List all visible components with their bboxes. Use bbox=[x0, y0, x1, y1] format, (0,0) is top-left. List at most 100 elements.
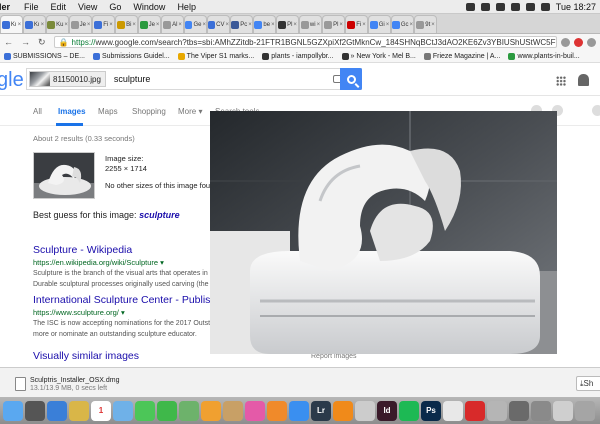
browser-tab[interactable]: Fi × bbox=[92, 15, 115, 33]
dock-messages-icon[interactable] bbox=[135, 400, 155, 421]
browser-tab[interactable]: Je × bbox=[69, 15, 92, 33]
extension-icon[interactable] bbox=[574, 37, 583, 47]
dock-contacts-icon[interactable] bbox=[223, 400, 243, 421]
browser-tab[interactable]: Pl × bbox=[322, 15, 345, 33]
browser-tab[interactable]: Fi × bbox=[345, 15, 368, 33]
volume-icon[interactable] bbox=[525, 2, 535, 11]
bookmark-item[interactable]: » New York - Mel B... bbox=[338, 52, 420, 60]
bookmark-item[interactable]: The Viper S1 marks... bbox=[174, 52, 259, 60]
browser-tab[interactable]: Kı × bbox=[23, 15, 46, 33]
bluetooth-icon[interactable] bbox=[495, 2, 505, 11]
browser-tab[interactable]: Ku × bbox=[46, 15, 69, 33]
download-item[interactable]: Sculptris_Installer_OSX.dmg 13.1/13.9 MB… bbox=[15, 373, 140, 395]
dock-lightroom-icon[interactable]: Lr bbox=[311, 400, 331, 421]
tab-close-icon[interactable]: × bbox=[339, 22, 343, 28]
dock-photos-folder-icon[interactable] bbox=[113, 400, 133, 421]
browser-tab[interactable]: be × bbox=[253, 15, 276, 33]
tab-close-icon[interactable]: × bbox=[87, 22, 91, 28]
search-box[interactable]: 81150010.jpg sculpture bbox=[26, 68, 362, 90]
browser-tab[interactable]: Kı × bbox=[0, 15, 23, 33]
search-query[interactable]: sculpture bbox=[114, 74, 333, 84]
dock-vlc-icon[interactable] bbox=[333, 400, 353, 421]
browser-tab[interactable]: Gc × bbox=[391, 15, 414, 33]
menu-window[interactable]: Window bbox=[127, 2, 171, 12]
star-icon[interactable] bbox=[561, 37, 570, 47]
browser-tab[interactable]: Ge × bbox=[184, 15, 207, 33]
address-bar[interactable]: 🔒 https:// www.google.com/search?tbs=sbi… bbox=[53, 36, 557, 48]
browser-tab[interactable]: Pc × bbox=[230, 15, 253, 33]
tab-close-icon[interactable]: × bbox=[317, 22, 321, 28]
bookmark-item[interactable]: plants - iampollybr... bbox=[258, 52, 337, 60]
dock-app-store-icon[interactable] bbox=[289, 400, 309, 421]
forward-arrow-icon[interactable]: → bbox=[17, 37, 34, 47]
dock-system-preferences-icon[interactable] bbox=[531, 400, 551, 421]
tab-close-icon[interactable]: × bbox=[156, 22, 160, 28]
tab-close-icon[interactable]: × bbox=[431, 22, 435, 28]
result-title[interactable]: Sculpture - Wikipedia bbox=[33, 244, 213, 256]
browser-tab[interactable]: 9t × bbox=[414, 15, 437, 33]
tab-close-icon[interactable]: × bbox=[132, 22, 136, 28]
browser-tab[interactable]: Pl × bbox=[276, 15, 299, 33]
dock-downloads-stack-icon[interactable] bbox=[553, 400, 573, 421]
bookmark-item[interactable]: Submissions Guidel... bbox=[89, 52, 174, 60]
back-arrow-icon[interactable]: ← bbox=[0, 37, 17, 47]
dock-notes-icon[interactable] bbox=[69, 400, 89, 421]
dock-photoshop-icon[interactable]: Ps bbox=[421, 400, 441, 421]
google-logo[interactable]: gle bbox=[0, 69, 24, 92]
visually-similar-heading[interactable]: Visually similar images bbox=[33, 350, 139, 362]
reload-icon[interactable]: ↻ bbox=[34, 37, 50, 48]
dock-ibooks-icon[interactable] bbox=[267, 400, 287, 421]
menu-view[interactable]: View bbox=[72, 2, 103, 12]
tab-images[interactable]: Images bbox=[58, 107, 86, 116]
dock-screenshot-icon[interactable] bbox=[509, 400, 529, 421]
dock-acrobat-icon[interactable] bbox=[465, 400, 485, 421]
tab-more[interactable]: More ▾ bbox=[178, 107, 202, 116]
browser-tab[interactable]: Al × bbox=[161, 15, 184, 33]
tab-close-icon[interactable]: × bbox=[225, 22, 229, 28]
dock-paintbrush-icon[interactable] bbox=[355, 400, 375, 421]
battery-icon[interactable] bbox=[540, 2, 550, 11]
report-images-link[interactable]: Report images bbox=[311, 353, 357, 360]
browser-tab[interactable]: Bi × bbox=[115, 15, 138, 33]
menu-help[interactable]: Help bbox=[171, 2, 202, 12]
tab-close-icon[interactable]: × bbox=[41, 22, 45, 28]
bookmark-item[interactable]: www.plants-in-buil... bbox=[504, 52, 583, 60]
result-url[interactable]: https://en.wikipedia.org/wiki/Sculpture … bbox=[33, 258, 213, 267]
menu-icon[interactable] bbox=[587, 37, 596, 47]
dock-calendar-icon[interactable]: 1 bbox=[91, 400, 111, 421]
dock-chrome-icon[interactable] bbox=[443, 400, 463, 421]
tab-close-icon[interactable]: × bbox=[271, 22, 275, 28]
tab-close-icon[interactable]: × bbox=[362, 22, 366, 28]
tab-all[interactable]: All bbox=[33, 107, 42, 116]
search-button[interactable] bbox=[340, 68, 362, 90]
dock-safari-icon[interactable] bbox=[47, 400, 67, 421]
tab-close-icon[interactable]: × bbox=[18, 22, 22, 28]
bookmark-item[interactable]: Frieze Magazine | A... bbox=[420, 52, 505, 60]
browser-tab[interactable]: Gi × bbox=[368, 15, 391, 33]
bookmark-item[interactable]: SUBMISSIONS – DE... bbox=[0, 52, 89, 60]
settings-gear-icon[interactable] bbox=[592, 105, 600, 116]
menu-file[interactable]: File bbox=[18, 2, 45, 12]
tab-close-icon[interactable]: × bbox=[409, 22, 413, 28]
dock-itunes-icon[interactable] bbox=[245, 400, 265, 421]
browser-tab[interactable]: wi × bbox=[299, 15, 322, 33]
dock-maps-icon[interactable] bbox=[179, 400, 199, 421]
tab-close-icon[interactable]: × bbox=[386, 22, 390, 28]
query-image-thumbnail[interactable] bbox=[33, 152, 95, 199]
dock-launchpad-icon[interactable] bbox=[25, 400, 45, 421]
tab-shopping[interactable]: Shopping bbox=[132, 107, 166, 116]
menu-edit[interactable]: Edit bbox=[45, 2, 73, 12]
tab-maps[interactable]: Maps bbox=[98, 107, 118, 116]
wifi-icon[interactable] bbox=[510, 2, 520, 11]
menubar-clock[interactable]: Tue 18:27 bbox=[556, 2, 596, 12]
tab-close-icon[interactable]: × bbox=[178, 22, 182, 28]
notifications-icon[interactable] bbox=[578, 74, 589, 86]
tab-close-icon[interactable]: × bbox=[64, 22, 68, 28]
app-menu[interactable]: der bbox=[0, 2, 18, 12]
dock-trash-icon[interactable] bbox=[575, 400, 595, 421]
browser-tab[interactable]: Je × bbox=[138, 15, 161, 33]
tab-close-icon[interactable]: × bbox=[293, 22, 297, 28]
tab-close-icon[interactable]: × bbox=[248, 22, 252, 28]
tab-close-icon[interactable]: × bbox=[202, 22, 206, 28]
result-url[interactable]: https://www.sculpture.org/ ▾ bbox=[33, 308, 213, 317]
